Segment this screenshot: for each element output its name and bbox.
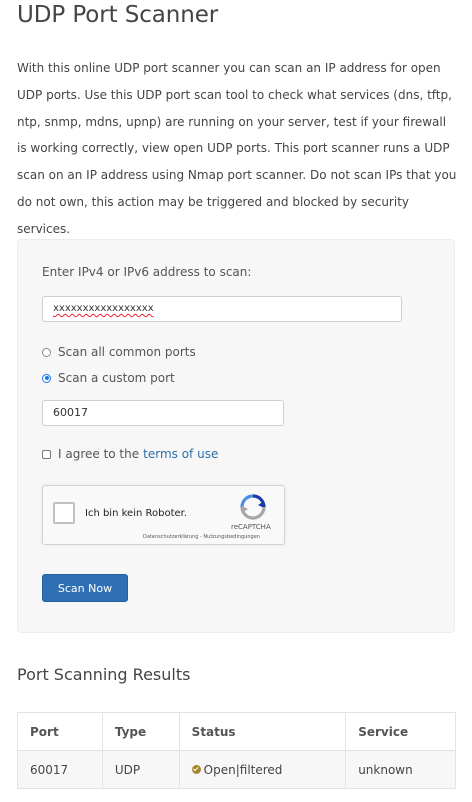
ip-field-label: Enter IPv4 or IPv6 address to scan: — [42, 265, 252, 279]
cell-status: Open|filtered — [178, 750, 347, 789]
recaptcha-brand: reCAPTCHA — [231, 523, 271, 531]
recaptcha-logo-icon — [240, 494, 266, 520]
terms-agreement[interactable]: I agree to the terms of use — [42, 447, 218, 461]
recaptcha-label: Ich bin kein Roboter. — [85, 508, 188, 519]
agree-text: I agree to the — [58, 447, 140, 461]
cell-status-text: Open|filtered — [203, 762, 283, 777]
ip-address-value: xxxxxxxxxxxxxxxxx — [53, 303, 154, 314]
recaptcha-checkbox[interactable] — [53, 502, 75, 524]
scan-now-button[interactable]: Scan Now — [42, 574, 128, 602]
scan-form-panel: Enter IPv4 or IPv6 address to scan: xxxx… — [17, 239, 455, 633]
intro-paragraph: With this online UDP port scanner you ca… — [17, 61, 457, 236]
results-table: Port Type Status Service 60017 UDP Open|… — [17, 712, 456, 789]
recaptcha-policy-links[interactable]: Datenschutzerklärung - Nutzungsbedingung… — [143, 534, 260, 540]
page-title: UDP Port Scanner — [17, 2, 219, 28]
table-row: 60017 UDP Open|filtered unknown — [17, 750, 456, 789]
cell-port: 60017 — [17, 750, 103, 789]
terms-of-use-link[interactable]: terms of use — [143, 447, 218, 461]
recaptcha-widget: Ich bin kein Roboter. reCAPTCHA Datensch… — [42, 485, 285, 545]
agree-checkbox[interactable] — [42, 449, 51, 459]
header-port: Port — [17, 712, 103, 751]
radio-custom-port-label: Scan a custom port — [58, 371, 175, 385]
radio-all-ports-label: Scan all common ports — [58, 345, 196, 359]
radio-custom-port-button[interactable] — [42, 373, 51, 383]
radio-scan-custom-port[interactable]: Scan a custom port — [42, 371, 175, 385]
header-status: Status — [178, 712, 347, 751]
radio-all-ports-button[interactable] — [42, 347, 51, 357]
table-header-row: Port Type Status Service — [17, 712, 456, 751]
results-title: Port Scanning Results — [17, 665, 191, 684]
check-circle-icon — [191, 764, 201, 774]
radio-scan-all-ports[interactable]: Scan all common ports — [42, 345, 196, 359]
custom-port-value: 60017 — [53, 406, 88, 419]
custom-port-input[interactable]: 60017 — [42, 400, 284, 426]
header-type: Type — [101, 712, 180, 751]
cell-type: UDP — [101, 750, 180, 789]
ip-address-input[interactable]: xxxxxxxxxxxxxxxxx — [42, 296, 402, 322]
header-service: Service — [345, 712, 456, 751]
cell-service: unknown — [345, 750, 456, 789]
